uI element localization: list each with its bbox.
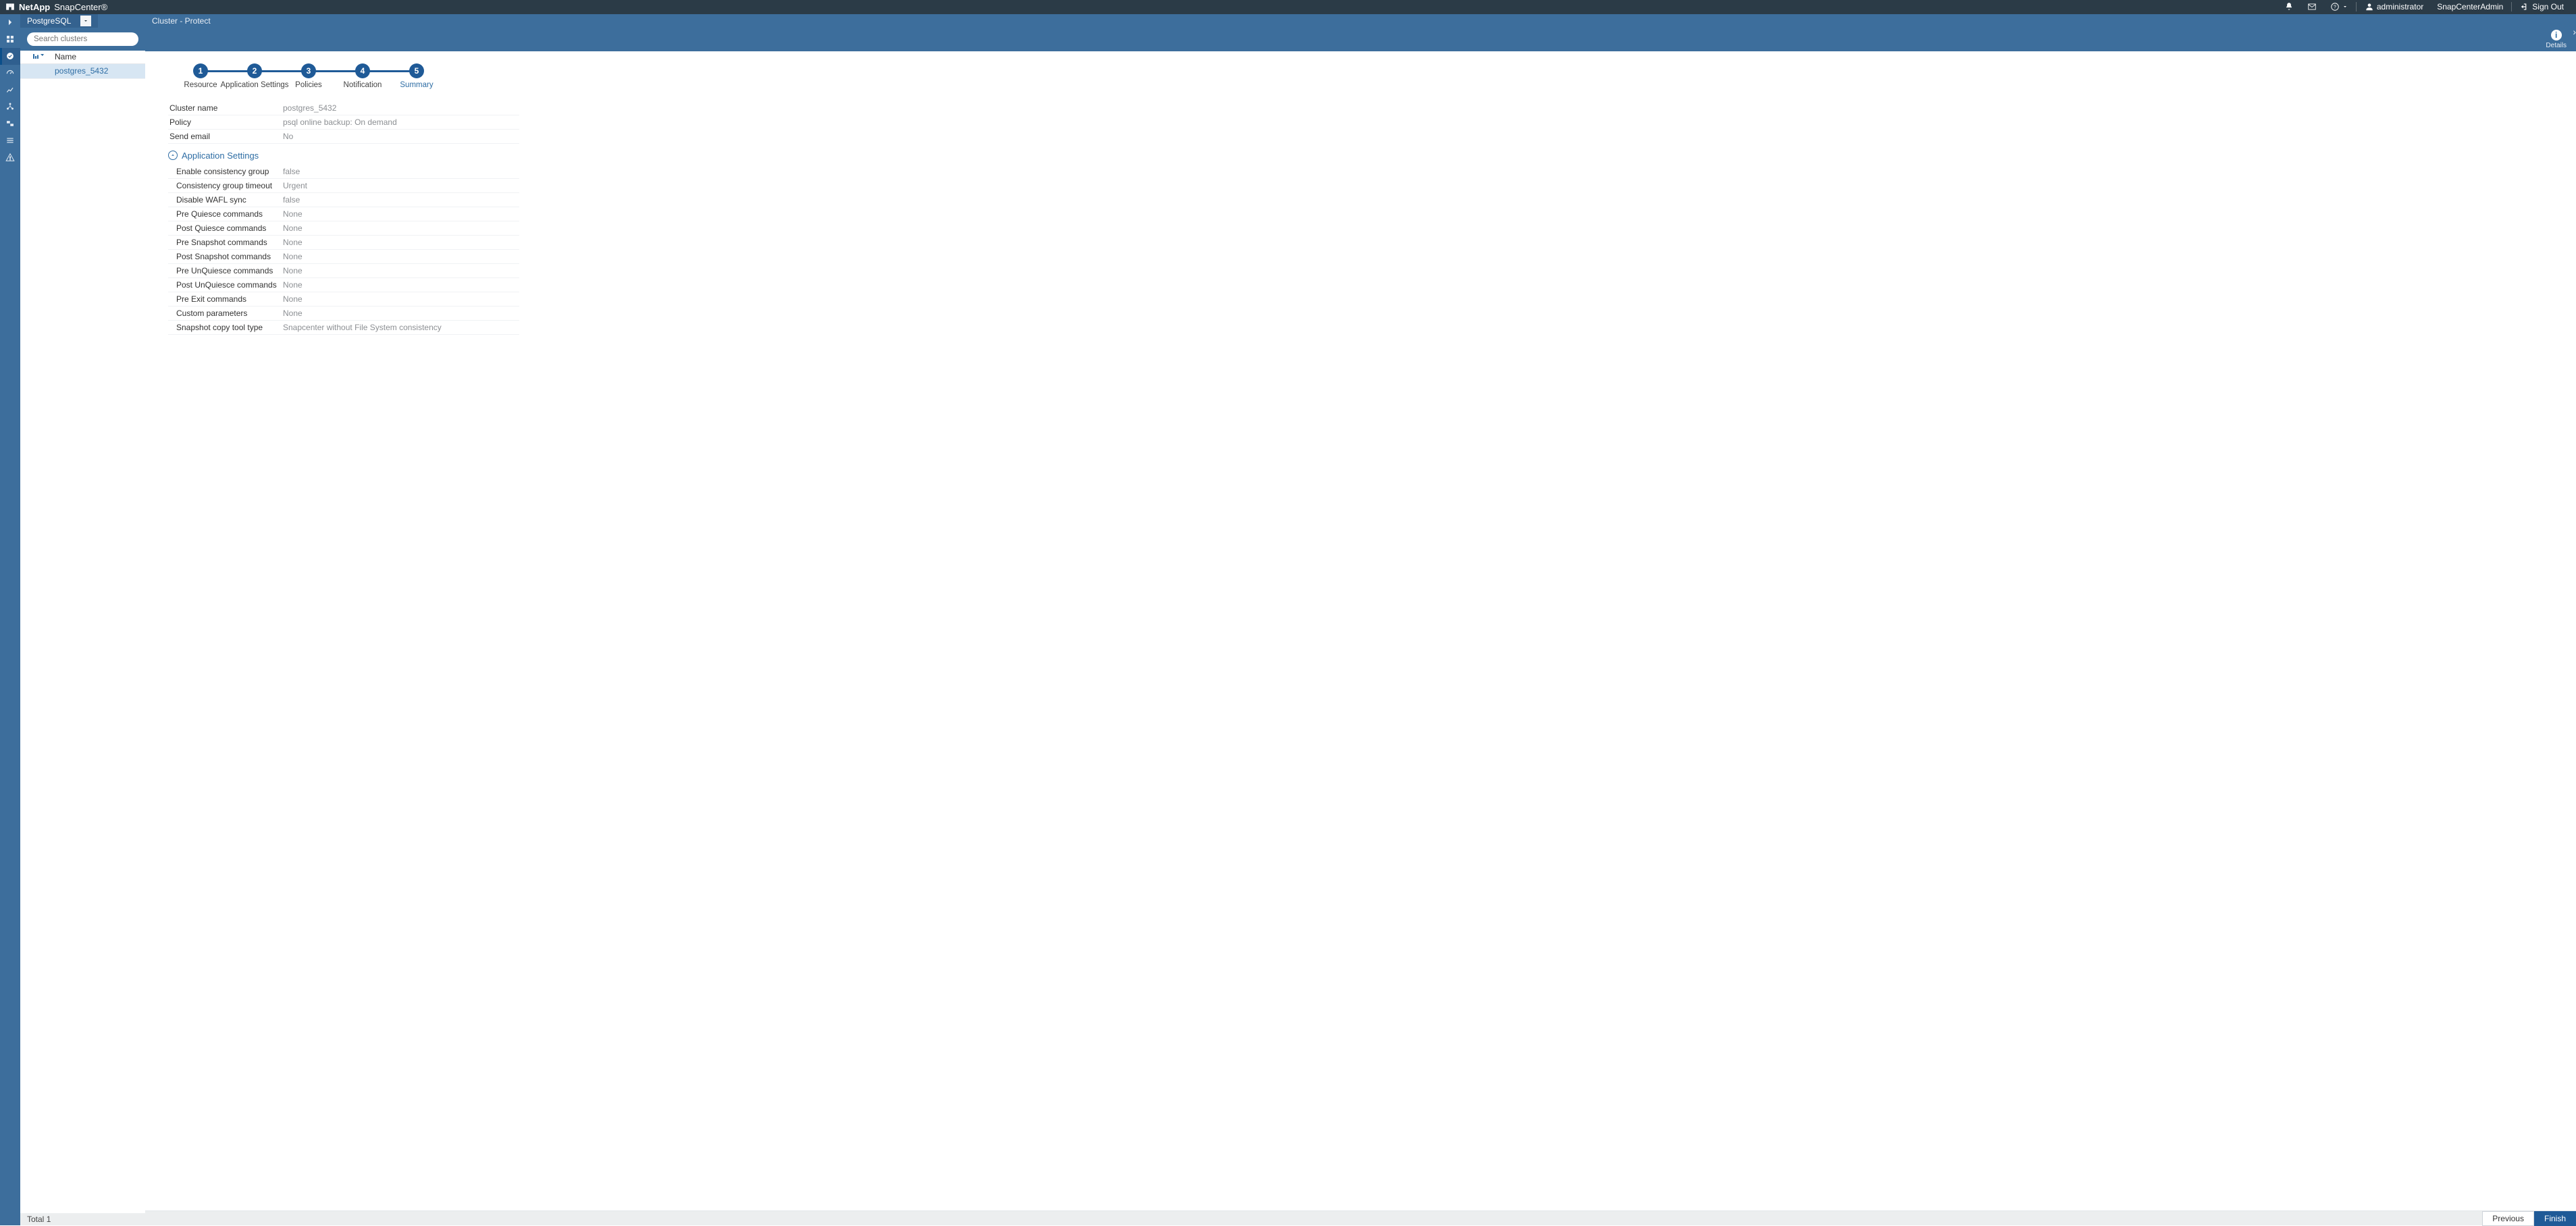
finish-button[interactable]: Finish xyxy=(2534,1211,2576,1226)
panel-collapse[interactable]: › xyxy=(2573,26,2576,37)
step-policies[interactable]: 3Policies xyxy=(282,63,336,89)
summary-row: Enable consistency groupfalse xyxy=(168,165,519,179)
action-strip: › i Details xyxy=(145,28,2576,51)
storage-icon xyxy=(5,119,15,128)
collapse-icon xyxy=(168,151,178,160)
shield-check-icon xyxy=(5,51,15,61)
topology-icon xyxy=(5,102,15,111)
rail-resources[interactable] xyxy=(0,48,20,65)
summary-row: Pre Snapshot commandsNone xyxy=(168,236,519,250)
grid-icon xyxy=(5,34,15,44)
messages-button[interactable] xyxy=(2301,0,2323,14)
summary-row: Pre UnQuiesce commandsNone xyxy=(168,264,519,278)
alert-icon xyxy=(5,153,15,162)
rail-expand[interactable] xyxy=(0,14,20,31)
sliders-icon xyxy=(5,136,15,145)
summary-row: Post Snapshot commandsNone xyxy=(168,250,519,264)
rail-settings[interactable] xyxy=(0,132,20,149)
rail-reports[interactable] xyxy=(0,82,20,99)
summary-app: Enable consistency groupfalse Consistenc… xyxy=(168,165,519,335)
column-name[interactable]: Name xyxy=(55,52,76,61)
resource-column-header: Name xyxy=(20,51,145,64)
chevron-down-icon xyxy=(83,18,88,24)
chevron-right-icon xyxy=(5,18,15,27)
brand: NetApp SnapCenter® xyxy=(5,2,107,12)
summary-row: Post Quiesce commandsNone xyxy=(168,221,519,236)
brand-product: SnapCenter® xyxy=(54,2,107,12)
previous-button[interactable]: Previous xyxy=(2482,1211,2534,1226)
content-area: 1Resource 2Application Settings 3Policie… xyxy=(145,51,2576,1211)
mail-icon xyxy=(2307,2,2317,11)
info-icon: i xyxy=(2551,30,2562,41)
role-label[interactable]: SnapCenterAdmin xyxy=(2430,0,2510,14)
signout-label: Sign Out xyxy=(2532,2,2564,11)
resource-list: postgres_5432 xyxy=(20,64,145,1214)
user-name-label: administrator xyxy=(2377,2,2423,11)
chevron-down-icon xyxy=(2342,4,2348,9)
step-notification[interactable]: 4Notification xyxy=(336,63,390,89)
rail-dashboard[interactable] xyxy=(0,31,20,48)
list-item-name: postgres_5432 xyxy=(51,66,145,76)
wizard-stepper: 1Resource 2Application Settings 3Policie… xyxy=(174,63,2553,89)
summary-row: Disable WAFL syncfalse xyxy=(168,193,519,207)
summary-row: Pre Exit commandsNone xyxy=(168,292,519,306)
rail-monitor[interactable] xyxy=(0,65,20,82)
summary-row: Consistency group timeoutUrgent xyxy=(168,179,519,193)
summary-row: Snapshot copy tool typeSnapcenter withou… xyxy=(168,321,519,335)
resource-panel-head: PostgreSQL xyxy=(20,14,145,28)
details-button[interactable]: i Details xyxy=(2546,30,2567,49)
topbar: NetApp SnapCenter® ? administrator SnapC… xyxy=(0,0,2576,14)
resource-footer: Total 1 xyxy=(20,1213,145,1225)
signout-icon xyxy=(2520,2,2529,11)
section-toggle-app-settings[interactable]: Application Settings xyxy=(168,151,2553,161)
summary-row: Pre Quiesce commandsNone xyxy=(168,207,519,221)
resource-type-tab[interactable]: PostgreSQL xyxy=(20,14,98,28)
svg-text:?: ? xyxy=(2334,5,2336,10)
breadcrumb: Cluster - Protect xyxy=(145,14,2576,28)
user-icon xyxy=(2365,2,2374,11)
summary-top: Cluster namepostgres_5432 Policypsql onl… xyxy=(168,101,519,144)
list-item[interactable]: postgres_5432 xyxy=(20,64,145,79)
rail-alerts[interactable] xyxy=(0,149,20,166)
help-icon: ? xyxy=(2330,2,2340,11)
footer-total-label: Total xyxy=(27,1215,44,1224)
summary-row: Cluster namepostgres_5432 xyxy=(168,101,519,115)
nav-rail xyxy=(0,14,20,1226)
wizard-footer: Previous Finish xyxy=(145,1210,2576,1225)
resource-type-label: PostgreSQL xyxy=(27,16,71,26)
search-input[interactable] xyxy=(27,32,138,46)
footer-total: 1 xyxy=(47,1215,51,1224)
step-app-settings[interactable]: 2Application Settings xyxy=(228,63,282,89)
step-summary[interactable]: 5Summary xyxy=(390,63,444,89)
gauge-icon xyxy=(5,68,15,78)
rail-storage[interactable] xyxy=(0,115,20,132)
user-menu[interactable]: administrator xyxy=(2358,0,2430,14)
main: Cluster - Protect › i Details 1Resource … xyxy=(145,14,2576,1226)
chart-line-icon xyxy=(5,85,15,95)
step-resource[interactable]: 1Resource xyxy=(174,63,228,89)
summary-row: Policypsql online backup: On demand xyxy=(168,115,519,130)
netapp-logo-icon xyxy=(5,2,15,11)
notifications-button[interactable] xyxy=(2278,0,2301,14)
resource-type-caret[interactable] xyxy=(80,16,91,26)
help-menu[interactable]: ? xyxy=(2323,0,2355,14)
summary-row: Send emailNo xyxy=(168,130,519,144)
summary-row: Custom parametersNone xyxy=(168,306,519,321)
bell-icon xyxy=(2284,2,2294,11)
brand-vendor: NetApp xyxy=(19,2,50,12)
sort-icon[interactable] xyxy=(26,50,51,63)
summary-row: Post UnQuiesce commandsNone xyxy=(168,278,519,292)
signout-button[interactable]: Sign Out xyxy=(2513,0,2571,14)
resource-panel: PostgreSQL Name postgres_5432 Total 1 xyxy=(20,14,145,1226)
rail-hosts[interactable] xyxy=(0,99,20,115)
